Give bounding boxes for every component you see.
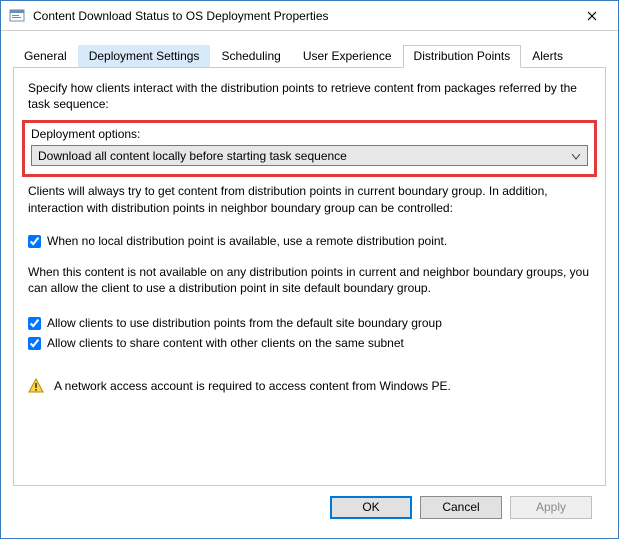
checkbox-default-site-input[interactable] [28,317,41,330]
checkbox-share-subnet-input[interactable] [28,337,41,350]
cancel-button[interactable]: Cancel [420,496,502,519]
checkbox-remote-dp-input[interactable] [28,235,41,248]
deployment-options-highlight: Deployment options: Download all content… [22,120,597,177]
tab-panel-distribution-points: Specify how clients interact with the di… [13,68,606,486]
tab-distribution-points[interactable]: Distribution Points [403,45,522,68]
tab-alerts[interactable]: Alerts [521,45,574,67]
tab-scheduling[interactable]: Scheduling [210,45,291,67]
chevron-down-icon [569,149,583,163]
tab-strip: General Deployment Settings Scheduling U… [13,45,606,68]
deployment-options-value: Download all content locally before star… [38,149,569,163]
checkbox-default-site[interactable]: Allow clients to use distribution points… [28,316,591,330]
checkbox-default-site-label: Allow clients to use distribution points… [47,316,442,330]
properties-dialog: Content Download Status to OS Deployment… [0,0,619,539]
warning-text: A network access account is required to … [54,379,451,393]
warning-icon [28,378,44,394]
dialog-content: General Deployment Settings Scheduling U… [1,31,618,538]
apply-button[interactable]: Apply [510,496,592,519]
titlebar: Content Download Status to OS Deployment… [1,1,618,31]
checkbox-share-subnet[interactable]: Allow clients to share content with othe… [28,336,591,350]
checkbox-remote-dp[interactable]: When no local distribution point is avai… [28,234,591,248]
dialog-footer: OK Cancel Apply [13,486,606,528]
fallback-note: When this content is not available on an… [28,264,591,296]
tab-user-experience[interactable]: User Experience [292,45,403,67]
app-icon [9,8,25,24]
checkbox-share-subnet-label: Allow clients to share content with othe… [47,336,404,350]
tab-general[interactable]: General [13,45,78,67]
window-title: Content Download Status to OS Deployment… [33,9,572,23]
close-button[interactable] [572,2,612,30]
deployment-options-dropdown[interactable]: Download all content locally before star… [31,145,588,166]
boundary-note: Clients will always try to get content f… [28,183,591,215]
ok-button[interactable]: OK [330,496,412,519]
checkbox-remote-dp-label: When no local distribution point is avai… [47,234,447,248]
warning-row: A network access account is required to … [28,378,591,394]
tab-deployment-settings[interactable]: Deployment Settings [78,45,211,67]
intro-text: Specify how clients interact with the di… [28,80,591,112]
deployment-options-label: Deployment options: [31,127,588,141]
close-icon [587,11,597,21]
